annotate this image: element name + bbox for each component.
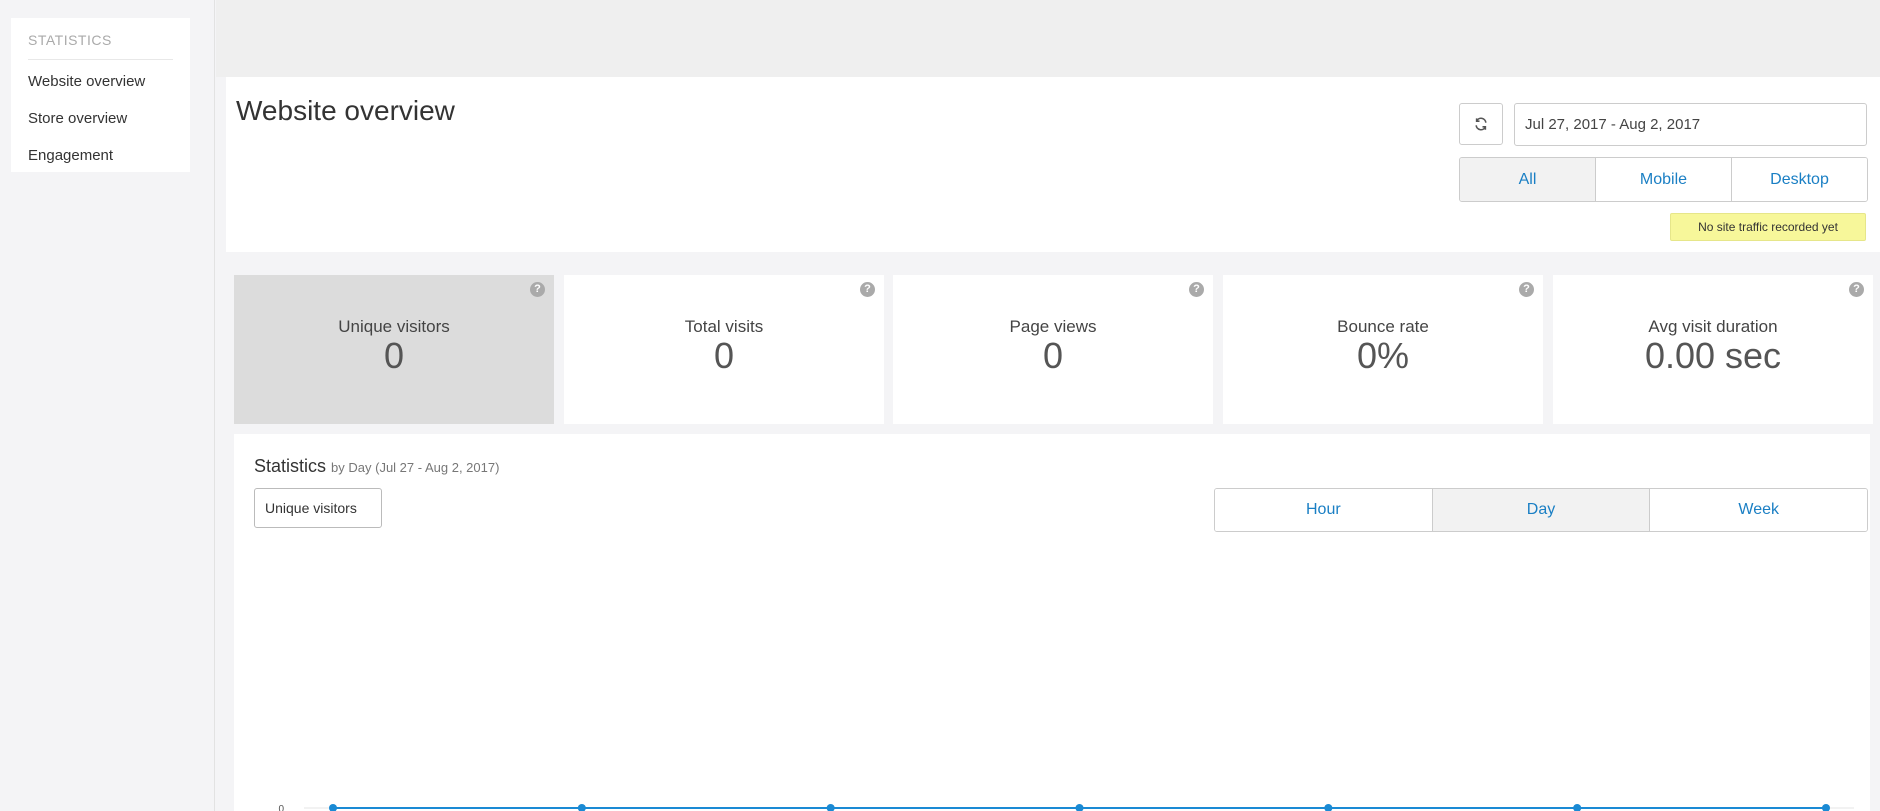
statistics-heading: Statistics: [254, 456, 327, 476]
data-point[interactable]: [826, 804, 835, 811]
refresh-icon: [1475, 117, 1487, 131]
card-page-views[interactable]: ? Page views 0: [893, 275, 1213, 424]
card-avg-visit-duration[interactable]: ? Avg visit duration 0.00 sec: [1553, 275, 1873, 424]
refresh-button[interactable]: [1459, 103, 1503, 145]
metric-select[interactable]: Unique visitors: [254, 488, 382, 528]
card-total-visits[interactable]: ? Total visits 0: [564, 275, 884, 424]
statistics-panel: 0 Statistics by Day (Jul 27 - Aug 2, 201…: [234, 434, 1870, 811]
traffic-notice: No site traffic recorded yet: [1670, 213, 1866, 241]
range-filter: Hour Day Week: [1214, 488, 1868, 532]
sidebar-item-website-overview[interactable]: Website overview: [28, 63, 173, 100]
card-label: Avg visit duration: [1648, 317, 1778, 336]
device-mobile-button[interactable]: Mobile: [1596, 158, 1732, 201]
help-icon[interactable]: ?: [1849, 282, 1864, 297]
data-point[interactable]: [329, 804, 337, 811]
date-range-input[interactable]: [1514, 103, 1867, 146]
card-label: Total visits: [684, 317, 764, 336]
page-title: Website overview: [236, 95, 455, 126]
card-bounce-rate[interactable]: ? Bounce rate 0%: [1223, 275, 1543, 424]
data-point[interactable]: [1324, 804, 1333, 811]
help-icon[interactable]: ?: [1189, 282, 1204, 297]
data-point[interactable]: [1573, 804, 1582, 811]
help-icon[interactable]: ?: [530, 282, 545, 297]
card-value: 0: [713, 335, 735, 376]
card-value: 0: [1042, 335, 1064, 376]
statistics-title: Statistics by Day (Jul 27 - Aug 2, 2017): [254, 456, 499, 477]
header-panel: Website overview All Mobile Desktop No s…: [226, 77, 1880, 252]
statistics-subtitle: by Day (Jul 27 - Aug 2, 2017): [331, 460, 500, 475]
sidebar-heading: STATISTICS: [28, 18, 173, 60]
device-all-button[interactable]: All: [1460, 158, 1596, 201]
data-point[interactable]: [577, 804, 586, 811]
device-filter: All Mobile Desktop: [1459, 157, 1868, 202]
help-icon[interactable]: ?: [860, 282, 875, 297]
card-label: Page views: [1009, 317, 1097, 336]
sidebar-menu: STATISTICS Website overview Store overvi…: [11, 18, 190, 172]
sidebar: STATISTICS Website overview Store overvi…: [0, 0, 215, 811]
range-week-button[interactable]: Week: [1650, 489, 1867, 531]
data-point[interactable]: [1822, 804, 1830, 811]
card-value: 0: [383, 335, 405, 376]
top-band: [216, 0, 1880, 77]
card-label: Bounce rate: [1337, 317, 1429, 336]
range-day-button[interactable]: Day: [1432, 489, 1651, 531]
device-desktop-button[interactable]: Desktop: [1732, 158, 1867, 201]
data-point[interactable]: [1075, 804, 1084, 811]
card-unique-visitors[interactable]: ? Unique visitors 0: [234, 275, 554, 424]
card-value: 0%: [1356, 335, 1410, 376]
sidebar-item-engagement[interactable]: Engagement: [28, 137, 173, 174]
card-value: 0.00 sec: [1644, 335, 1782, 376]
sidebar-item-store-overview[interactable]: Store overview: [28, 100, 173, 137]
card-label: Unique visitors: [338, 317, 450, 336]
main-content: Website overview All Mobile Desktop No s…: [216, 77, 1880, 811]
y-tick-label: 0: [278, 804, 284, 811]
help-icon[interactable]: ?: [1519, 282, 1534, 297]
range-hour-button[interactable]: Hour: [1215, 489, 1433, 531]
